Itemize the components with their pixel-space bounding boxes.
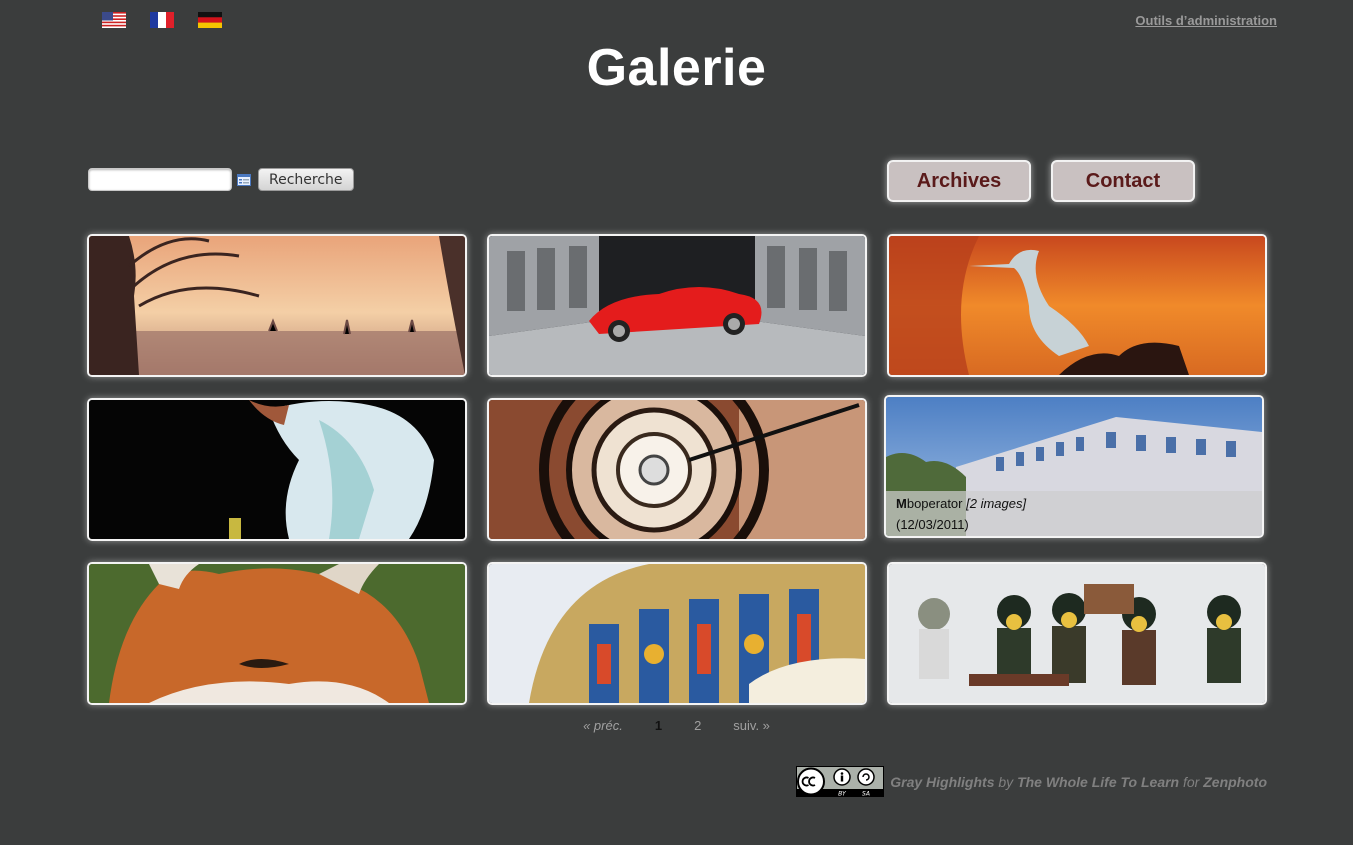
language-selector	[102, 12, 222, 28]
footer: BY SA Gray Highlights by The Whole Life …	[796, 766, 1267, 797]
pagination-prev[interactable]: « préc.	[583, 718, 623, 733]
pagination-page-1: 1	[654, 718, 663, 733]
cc-by-sa-badge[interactable]: BY SA	[796, 766, 885, 798]
album-thumbnail[interactable]	[887, 562, 1267, 705]
search-button[interactable]: Recherche	[258, 168, 354, 191]
footer-for: for	[1183, 773, 1200, 790]
album-thumbnail[interactable]	[487, 398, 867, 541]
footer-by: by	[998, 773, 1014, 790]
archives-label: Archives	[916, 169, 1002, 192]
musician-dark-stage-thumbnail	[89, 400, 465, 539]
page-title: Galerie	[586, 39, 767, 97]
album-thumbnail[interactable]	[87, 234, 467, 377]
album-thumbnail[interactable]	[87, 562, 467, 705]
album-caption: Mboperator [2 images] (12/03/2011)	[886, 491, 1262, 536]
svg-text:SA: SA	[862, 791, 870, 798]
album-date: (12/03/2011)	[896, 517, 969, 532]
theme-link[interactable]: Gray Highlights	[890, 774, 994, 790]
archives-button[interactable]: Archives	[887, 160, 1031, 202]
stained-glass-theatre-thumbnail	[489, 564, 865, 703]
misty-sunset-city-thumbnail	[89, 236, 465, 375]
album-title[interactable]: boperator	[907, 496, 963, 511]
pagination: « préc. 1 2 suiv. »	[0, 718, 1353, 733]
author-link[interactable]: The Whole Life To Learn	[1017, 774, 1179, 790]
album-thumbnail[interactable]	[487, 562, 867, 705]
album-thumbnail[interactable]	[887, 234, 1267, 377]
spiral-staircase-thumbnail	[489, 400, 865, 539]
album-thumbnail[interactable]	[487, 234, 867, 377]
search-form: Recherche	[88, 168, 354, 191]
pagination-next[interactable]: suiv. »	[733, 718, 770, 733]
album-title-initial: M	[896, 496, 907, 511]
svg-text:BY: BY	[838, 791, 847, 798]
album-thumbnail[interactable]	[87, 398, 467, 541]
lego-soldiers-thumbnail	[889, 564, 1265, 703]
search-options-icon[interactable]	[237, 173, 251, 186]
album-image-count: [2 images]	[966, 496, 1027, 511]
contact-label: Contact	[1085, 169, 1161, 192]
red-fox-thumbnail	[89, 564, 465, 703]
zenphoto-link[interactable]: Zenphoto	[1203, 774, 1267, 790]
german-flag-icon[interactable]	[198, 12, 222, 28]
admin-tools-link[interactable]: Outils d’administration	[1135, 13, 1277, 28]
contact-button[interactable]: Contact	[1051, 160, 1195, 202]
album-thumbnail[interactable]: Mboperator [2 images] (12/03/2011)	[884, 395, 1264, 538]
english-flag-icon[interactable]	[102, 12, 126, 28]
red-sports-car-thumbnail	[489, 236, 865, 375]
footer-credit: Gray Highlights by The Whole Life To Lea…	[890, 774, 1267, 790]
search-input[interactable]	[88, 168, 232, 191]
pagination-page-2[interactable]: 2	[694, 718, 701, 733]
french-flag-icon[interactable]	[150, 12, 174, 28]
heron-sunset-thumbnail	[889, 236, 1265, 375]
